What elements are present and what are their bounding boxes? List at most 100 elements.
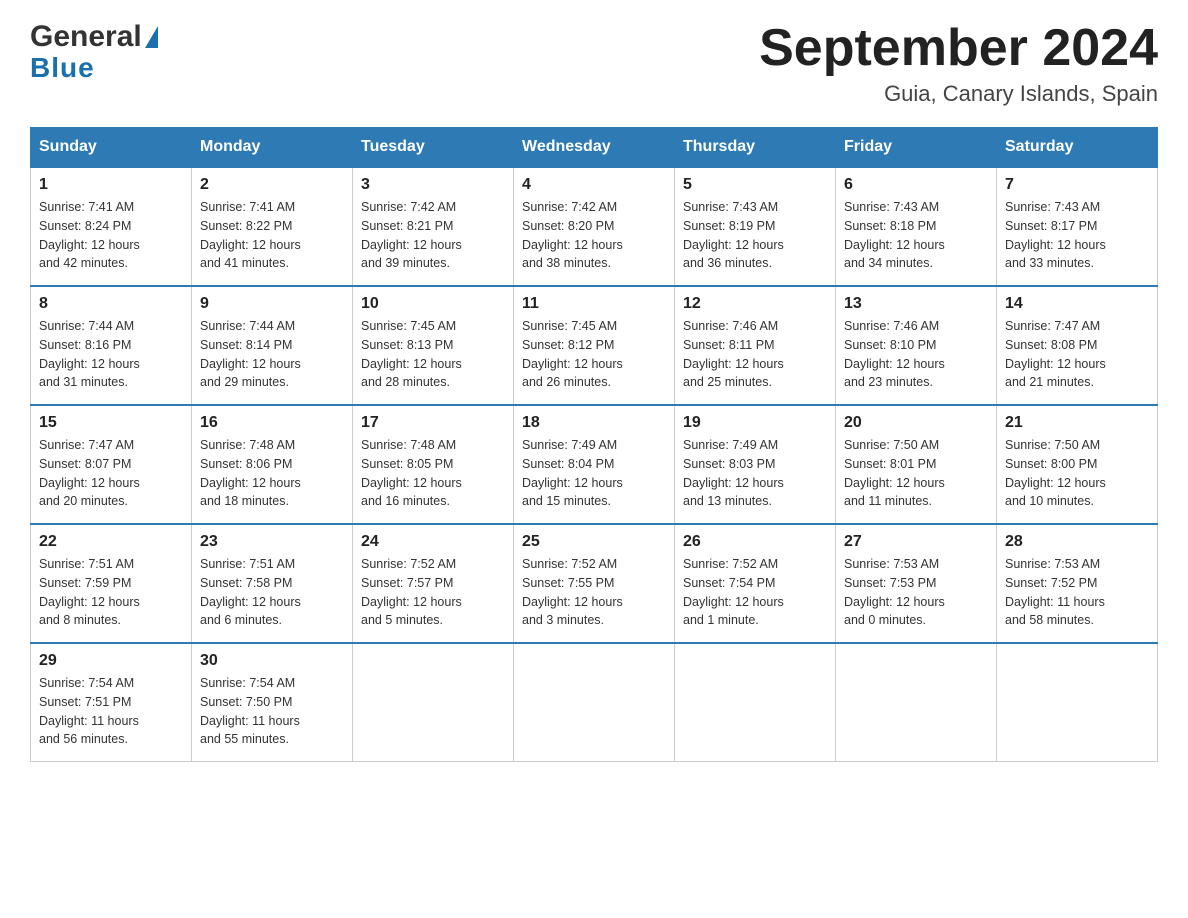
day-number: 28 <box>1005 533 1149 551</box>
calendar-cell: 7 Sunrise: 7:43 AMSunset: 8:17 PMDayligh… <box>997 167 1158 286</box>
calendar-week-row: 29 Sunrise: 7:54 AMSunset: 7:51 PMDaylig… <box>31 643 1158 762</box>
day-info: Sunrise: 7:54 AMSunset: 7:50 PMDaylight:… <box>200 674 344 749</box>
day-number: 23 <box>200 533 344 551</box>
calendar-cell: 3 Sunrise: 7:42 AMSunset: 8:21 PMDayligh… <box>353 167 514 286</box>
calendar-cell <box>997 643 1158 762</box>
calendar-week-row: 8 Sunrise: 7:44 AMSunset: 8:16 PMDayligh… <box>31 286 1158 405</box>
calendar-week-row: 22 Sunrise: 7:51 AMSunset: 7:59 PMDaylig… <box>31 524 1158 643</box>
day-number: 21 <box>1005 414 1149 432</box>
day-number: 24 <box>361 533 505 551</box>
calendar-cell: 30 Sunrise: 7:54 AMSunset: 7:50 PMDaylig… <box>192 643 353 762</box>
calendar-cell: 11 Sunrise: 7:45 AMSunset: 8:12 PMDaylig… <box>514 286 675 405</box>
day-number: 17 <box>361 414 505 432</box>
calendar-cell: 27 Sunrise: 7:53 AMSunset: 7:53 PMDaylig… <box>836 524 997 643</box>
day-number: 16 <box>200 414 344 432</box>
calendar-cell: 29 Sunrise: 7:54 AMSunset: 7:51 PMDaylig… <box>31 643 192 762</box>
day-info: Sunrise: 7:47 AMSunset: 8:07 PMDaylight:… <box>39 436 183 511</box>
logo-blue-text: Blue <box>30 52 95 84</box>
day-number: 4 <box>522 176 666 194</box>
day-info: Sunrise: 7:42 AMSunset: 8:20 PMDaylight:… <box>522 198 666 273</box>
calendar-cell: 28 Sunrise: 7:53 AMSunset: 7:52 PMDaylig… <box>997 524 1158 643</box>
day-number: 12 <box>683 295 827 313</box>
calendar-cell: 23 Sunrise: 7:51 AMSunset: 7:58 PMDaylig… <box>192 524 353 643</box>
calendar-cell: 4 Sunrise: 7:42 AMSunset: 8:20 PMDayligh… <box>514 167 675 286</box>
day-number: 18 <box>522 414 666 432</box>
day-number: 2 <box>200 176 344 194</box>
calendar-cell: 16 Sunrise: 7:48 AMSunset: 8:06 PMDaylig… <box>192 405 353 524</box>
day-number: 26 <box>683 533 827 551</box>
day-number: 5 <box>683 176 827 194</box>
col-header-friday: Friday <box>836 128 997 168</box>
col-header-wednesday: Wednesday <box>514 128 675 168</box>
page-header: General Blue September 2024 Guia, Canary… <box>30 20 1158 107</box>
calendar-cell <box>353 643 514 762</box>
day-info: Sunrise: 7:52 AMSunset: 7:54 PMDaylight:… <box>683 555 827 630</box>
day-number: 3 <box>361 176 505 194</box>
calendar-cell: 26 Sunrise: 7:52 AMSunset: 7:54 PMDaylig… <box>675 524 836 643</box>
day-info: Sunrise: 7:43 AMSunset: 8:18 PMDaylight:… <box>844 198 988 273</box>
day-number: 19 <box>683 414 827 432</box>
calendar-cell: 19 Sunrise: 7:49 AMSunset: 8:03 PMDaylig… <box>675 405 836 524</box>
day-info: Sunrise: 7:45 AMSunset: 8:13 PMDaylight:… <box>361 317 505 392</box>
day-number: 30 <box>200 652 344 670</box>
logo-general-text: General <box>30 20 142 54</box>
location-text: Guia, Canary Islands, Spain <box>759 81 1158 107</box>
calendar-cell: 12 Sunrise: 7:46 AMSunset: 8:11 PMDaylig… <box>675 286 836 405</box>
calendar-cell: 10 Sunrise: 7:45 AMSunset: 8:13 PMDaylig… <box>353 286 514 405</box>
day-number: 20 <box>844 414 988 432</box>
calendar-cell: 18 Sunrise: 7:49 AMSunset: 8:04 PMDaylig… <box>514 405 675 524</box>
day-info: Sunrise: 7:45 AMSunset: 8:12 PMDaylight:… <box>522 317 666 392</box>
day-info: Sunrise: 7:47 AMSunset: 8:08 PMDaylight:… <box>1005 317 1149 392</box>
day-number: 8 <box>39 295 183 313</box>
calendar-cell: 6 Sunrise: 7:43 AMSunset: 8:18 PMDayligh… <box>836 167 997 286</box>
day-number: 25 <box>522 533 666 551</box>
day-number: 13 <box>844 295 988 313</box>
logo: General Blue <box>30 20 158 84</box>
col-header-saturday: Saturday <box>997 128 1158 168</box>
col-header-sunday: Sunday <box>31 128 192 168</box>
day-number: 7 <box>1005 176 1149 194</box>
calendar-cell <box>514 643 675 762</box>
calendar-cell: 25 Sunrise: 7:52 AMSunset: 7:55 PMDaylig… <box>514 524 675 643</box>
calendar-cell: 22 Sunrise: 7:51 AMSunset: 7:59 PMDaylig… <box>31 524 192 643</box>
calendar-header-row: SundayMondayTuesdayWednesdayThursdayFrid… <box>31 128 1158 168</box>
calendar-cell: 17 Sunrise: 7:48 AMSunset: 8:05 PMDaylig… <box>353 405 514 524</box>
day-number: 10 <box>361 295 505 313</box>
day-info: Sunrise: 7:46 AMSunset: 8:11 PMDaylight:… <box>683 317 827 392</box>
day-info: Sunrise: 7:53 AMSunset: 7:52 PMDaylight:… <box>1005 555 1149 630</box>
calendar-cell: 1 Sunrise: 7:41 AMSunset: 8:24 PMDayligh… <box>31 167 192 286</box>
col-header-thursday: Thursday <box>675 128 836 168</box>
calendar-cell: 9 Sunrise: 7:44 AMSunset: 8:14 PMDayligh… <box>192 286 353 405</box>
day-info: Sunrise: 7:52 AMSunset: 7:57 PMDaylight:… <box>361 555 505 630</box>
col-header-tuesday: Tuesday <box>353 128 514 168</box>
day-info: Sunrise: 7:44 AMSunset: 8:16 PMDaylight:… <box>39 317 183 392</box>
day-info: Sunrise: 7:51 AMSunset: 7:58 PMDaylight:… <box>200 555 344 630</box>
day-info: Sunrise: 7:50 AMSunset: 8:00 PMDaylight:… <box>1005 436 1149 511</box>
calendar-cell <box>675 643 836 762</box>
calendar-week-row: 15 Sunrise: 7:47 AMSunset: 8:07 PMDaylig… <box>31 405 1158 524</box>
day-number: 22 <box>39 533 183 551</box>
day-number: 27 <box>844 533 988 551</box>
day-info: Sunrise: 7:44 AMSunset: 8:14 PMDaylight:… <box>200 317 344 392</box>
calendar-cell: 24 Sunrise: 7:52 AMSunset: 7:57 PMDaylig… <box>353 524 514 643</box>
day-info: Sunrise: 7:43 AMSunset: 8:17 PMDaylight:… <box>1005 198 1149 273</box>
calendar-cell: 8 Sunrise: 7:44 AMSunset: 8:16 PMDayligh… <box>31 286 192 405</box>
day-number: 14 <box>1005 295 1149 313</box>
calendar-cell: 14 Sunrise: 7:47 AMSunset: 8:08 PMDaylig… <box>997 286 1158 405</box>
calendar-table: SundayMondayTuesdayWednesdayThursdayFrid… <box>30 127 1158 762</box>
day-info: Sunrise: 7:46 AMSunset: 8:10 PMDaylight:… <box>844 317 988 392</box>
calendar-cell: 2 Sunrise: 7:41 AMSunset: 8:22 PMDayligh… <box>192 167 353 286</box>
day-info: Sunrise: 7:50 AMSunset: 8:01 PMDaylight:… <box>844 436 988 511</box>
day-number: 29 <box>39 652 183 670</box>
calendar-cell: 21 Sunrise: 7:50 AMSunset: 8:00 PMDaylig… <box>997 405 1158 524</box>
col-header-monday: Monday <box>192 128 353 168</box>
day-info: Sunrise: 7:53 AMSunset: 7:53 PMDaylight:… <box>844 555 988 630</box>
day-number: 1 <box>39 176 183 194</box>
calendar-cell: 15 Sunrise: 7:47 AMSunset: 8:07 PMDaylig… <box>31 405 192 524</box>
day-info: Sunrise: 7:49 AMSunset: 8:04 PMDaylight:… <box>522 436 666 511</box>
day-info: Sunrise: 7:48 AMSunset: 8:06 PMDaylight:… <box>200 436 344 511</box>
calendar-cell <box>836 643 997 762</box>
calendar-cell: 20 Sunrise: 7:50 AMSunset: 8:01 PMDaylig… <box>836 405 997 524</box>
day-info: Sunrise: 7:51 AMSunset: 7:59 PMDaylight:… <box>39 555 183 630</box>
day-info: Sunrise: 7:42 AMSunset: 8:21 PMDaylight:… <box>361 198 505 273</box>
